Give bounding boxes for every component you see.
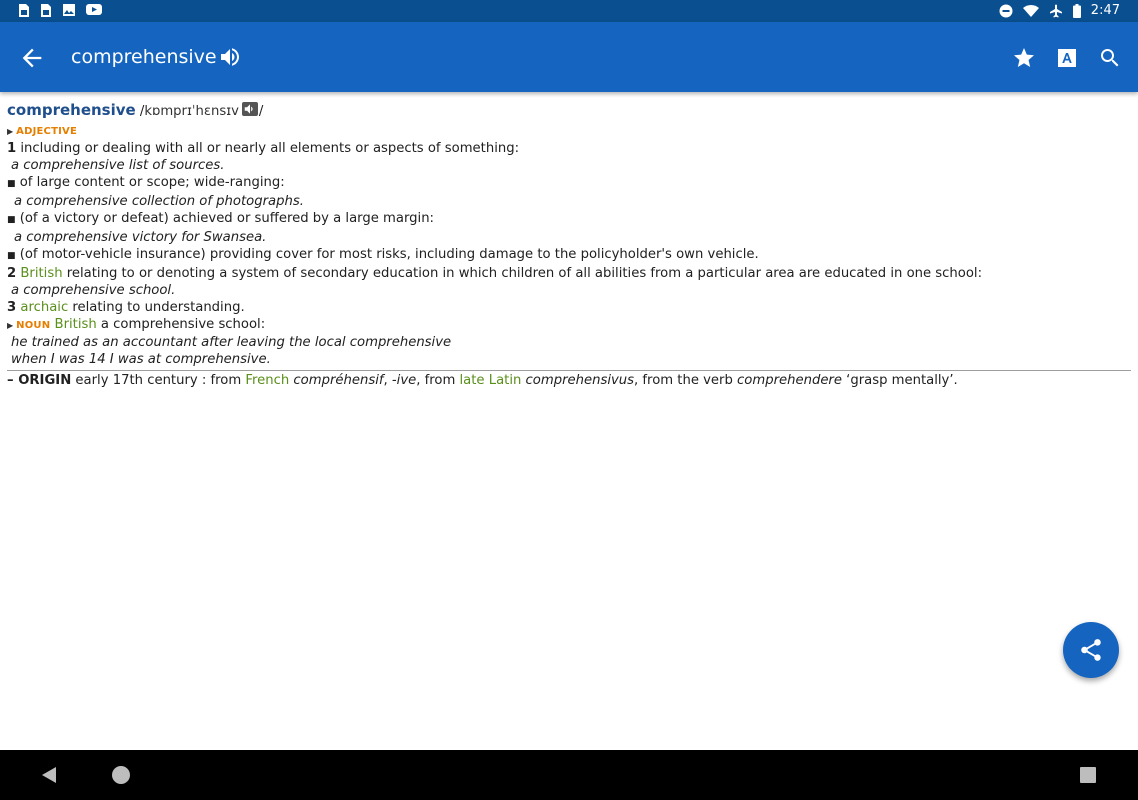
nav-recents-icon[interactable]	[1080, 767, 1096, 783]
nav-back-icon	[42, 767, 56, 783]
pos-adjective: ▶ ADJECTIVE	[7, 122, 1131, 140]
noun-definition: a comprehensive school:	[96, 317, 266, 332]
headword: comprehensive	[7, 101, 136, 119]
star-icon	[1014, 48, 1034, 67]
subsense-definition: (of a victory or defeat) achieved or suf…	[19, 211, 434, 226]
bullet-icon: ■	[7, 215, 16, 225]
register-label: archaic	[16, 300, 69, 315]
image-icon	[63, 4, 75, 16]
speaker-icon	[221, 48, 239, 66]
bullet-icon: ■	[7, 251, 16, 261]
pos-noun: ▶ NOUN British a comprehensive school:	[7, 316, 1131, 334]
origin-language: late Latin	[459, 373, 522, 388]
noun-example: he trained as an accountant after leavin…	[11, 335, 452, 350]
origin-word: comprehensivus	[521, 373, 635, 388]
pronounce-button[interactable]	[218, 45, 242, 69]
app-bar: comprehensive	[0, 22, 1138, 92]
sense-2: 2 British relating to or denoting a syst…	[7, 265, 1131, 282]
back-button[interactable]	[18, 44, 46, 72]
origin: – ORIGIN early 17th century : from Frenc…	[7, 372, 1131, 389]
battery-icon	[1072, 4, 1081, 18]
pos-label: NOUN	[16, 320, 51, 331]
sense-example: a comprehensive list of sources.	[11, 158, 225, 173]
dictionary-entry: comprehensive /kɒmprɪˈhɛnsɪv / ▶ ADJECTIVE…	[7, 100, 1131, 389]
speaker-icon	[244, 104, 253, 114]
origin-language: French	[245, 373, 290, 388]
pos-label: ADJECTIVE	[16, 126, 77, 137]
triangle-icon: ▶	[7, 127, 14, 136]
status-left-icons	[18, 3, 102, 18]
origin-text: , from	[416, 373, 460, 388]
sense-number: 2	[7, 266, 17, 281]
airplane-icon	[1049, 4, 1062, 18]
clock-time: 2:47	[1090, 3, 1120, 18]
nav-back-button[interactable]	[40, 766, 58, 788]
navigation-bar	[0, 750, 1138, 800]
subsense-example: a comprehensive victory for Swansea.	[14, 230, 267, 245]
sense-1: 1 including or dealing with all or nearl…	[7, 140, 1131, 157]
subsense-1: ■ of large content or scope; wide-rangin…	[7, 174, 1131, 193]
font-size-icon	[1058, 49, 1076, 67]
pron-close: /	[258, 104, 264, 119]
sim-card-icon	[41, 4, 51, 17]
sense-definition: relating to or denoting a system of seco…	[62, 266, 983, 281]
sense-number: 1	[7, 141, 17, 156]
sense-definition: including or dealing with all or nearly …	[16, 141, 520, 156]
origin-word: -ive	[391, 373, 417, 388]
font-size-button[interactable]	[1055, 46, 1079, 70]
region-label: British	[50, 317, 97, 332]
sense-3: 3 archaic relating to understanding.	[7, 299, 1131, 316]
play-pronunciation-button[interactable]	[241, 102, 258, 116]
favorite-button[interactable]	[1012, 46, 1036, 70]
share-icon	[1081, 639, 1101, 661]
subsense-3: ■ (of motor-vehicle insurance) providing…	[7, 246, 1131, 265]
origin-text: ,	[383, 373, 392, 388]
nav-home-icon[interactable]	[112, 766, 130, 784]
sense-definition: relating to understanding.	[68, 300, 245, 315]
app-bar-title: comprehensive	[71, 46, 217, 68]
region-label: British	[16, 266, 63, 281]
bullet-icon: ■	[7, 179, 16, 189]
subsense-2: ■ (of a victory or defeat) achieved or s…	[7, 210, 1131, 229]
status-right-icons: 2:47	[999, 3, 1120, 19]
noun-example: when I was 14 I was at comprehensive.	[11, 352, 271, 367]
subsense-definition: of large content or scope; wide-ranging:	[19, 175, 285, 190]
wifi-icon	[1022, 4, 1039, 17]
origin-divider	[7, 370, 1131, 371]
origin-text: early 17th century : from	[71, 373, 246, 388]
sim-card-icon	[19, 4, 29, 17]
triangle-icon: ▶	[7, 321, 14, 330]
entry-header: comprehensive /kɒmprɪˈhɛnsɪv /	[7, 100, 1131, 122]
subsense-definition: (of motor-vehicle insurance) providing c…	[19, 247, 759, 262]
share-fab[interactable]	[1063, 622, 1119, 678]
origin-label: ORIGIN	[18, 373, 72, 388]
youtube-icon	[86, 4, 102, 15]
subsense-example: a comprehensive collection of photograph…	[14, 194, 304, 209]
origin-dash: –	[7, 373, 19, 388]
origin-text: , from the verb	[634, 373, 738, 388]
origin-text: ‘grasp mentally’.	[841, 373, 958, 388]
status-bar: 2:47	[0, 0, 1138, 22]
origin-word: comprehendere	[737, 373, 842, 388]
do-not-disturb-icon	[999, 4, 1013, 18]
sense-example: a comprehensive school.	[11, 283, 176, 298]
search-icon	[1101, 49, 1119, 67]
sense-number: 3	[7, 300, 17, 315]
origin-word: compréhensif	[289, 373, 384, 388]
arrow-back-icon	[22, 48, 42, 68]
pronunciation: kɒmprɪˈhɛnsɪv	[144, 104, 239, 119]
search-button[interactable]	[1098, 46, 1122, 70]
